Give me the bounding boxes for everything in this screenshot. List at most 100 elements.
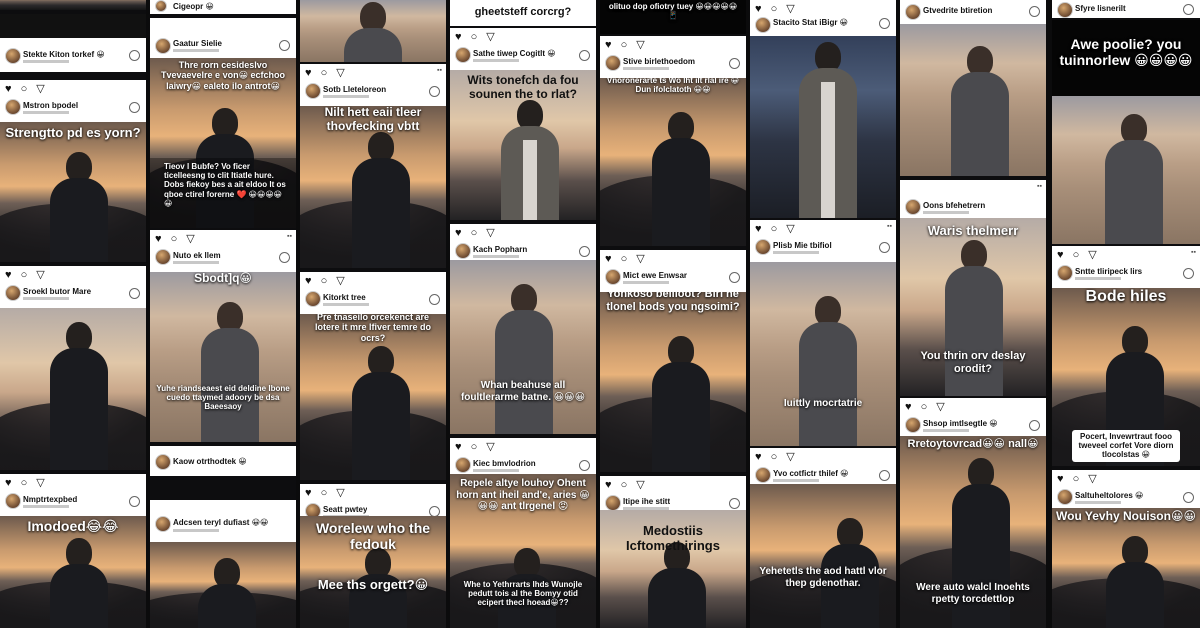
more-icon[interactable] <box>129 496 140 507</box>
username[interactable]: Oons bfehetrern <box>923 201 985 210</box>
username[interactable]: Nuto ek llem <box>173 251 221 260</box>
more-icon[interactable] <box>1029 6 1040 17</box>
post-card[interactable] <box>300 0 446 62</box>
post-card[interactable]: ♥ ○ ▽ Seatt pwtey Worelew who the fedouk… <box>300 484 446 628</box>
avatar[interactable] <box>155 454 171 470</box>
action-icons[interactable]: ♥ ○ ▽ <box>605 253 648 265</box>
more-icon[interactable] <box>129 102 140 113</box>
post-card[interactable]: ♥ ○ ▽ Shsop imtlsegtle 😀 Rretoytovrcad😀😀… <box>900 398 1046 628</box>
more-icon[interactable] <box>129 50 140 61</box>
avatar[interactable] <box>305 291 321 307</box>
more-icon[interactable] <box>1183 4 1194 15</box>
username[interactable]: Adcsen teryl dufiast 😀😀 <box>173 518 268 527</box>
post-card[interactable]: Awe poolie? you tuinnorlew 😀😀😀😀 <box>1052 20 1200 96</box>
action-icons[interactable]: ♥ ○ ▽ <box>1057 249 1100 261</box>
post-card[interactable]: ♥ ○ ▽ ▪▪ Sntte tliripeck lirs Bode hiles… <box>1052 246 1200 466</box>
username[interactable]: Kaow otrthodtek 😀 <box>173 457 247 466</box>
avatar[interactable] <box>455 47 471 63</box>
username[interactable]: Yvo cotfictr thilef 😀 <box>773 469 848 478</box>
action-icons[interactable]: ♥ ○ ▽ <box>155 233 198 245</box>
action-icons[interactable]: ♥ ○ ▽ <box>455 31 498 43</box>
username[interactable]: Sroekl butor Mare <box>23 287 91 296</box>
username[interactable]: Kitorkt tree <box>323 293 366 302</box>
post-card[interactable]: ▪▪ Oons bfehetrern Waris thelmerr You th… <box>900 180 1046 396</box>
username[interactable]: Mict ewe Enwsar <box>623 271 687 280</box>
username[interactable]: Gaatur Sielie <box>173 39 222 48</box>
post-card[interactable]: ♥ ○ ▽ Saltuheltolores 😀 Wou Yevhy Nouiso… <box>1052 470 1200 628</box>
username[interactable]: Mstron bpodel <box>23 101 78 110</box>
avatar[interactable] <box>905 4 921 20</box>
post-card[interactable]: ♥ ○ ▽ Kiec bmvlodrion Repele altye louho… <box>450 438 596 628</box>
more-icon[interactable] <box>129 288 140 299</box>
post-card[interactable]: ♥ ○ ▽ Sroekl butor Mare <box>0 266 146 470</box>
avatar[interactable] <box>605 495 621 511</box>
avatar[interactable] <box>5 493 21 509</box>
post-card[interactable]: ♥ ○ ▽ Kach Popharn Whan beahuse all foul… <box>450 224 596 434</box>
post-card[interactable] <box>1052 96 1200 244</box>
username[interactable]: Sotb Lleteloreon <box>323 85 386 94</box>
action-icons[interactable]: ♥ ○ ▽ <box>455 441 498 453</box>
post-card[interactable]: ♥ ○ ▽ Sathe tiwep Cogitlt 😀 Wits tonefch… <box>450 28 596 220</box>
post-card[interactable]: ♥ ○ ▽ ▪▪ Nuto ek llem Sbodt]q😀 Yuhe rian… <box>150 230 296 442</box>
username[interactable]: Plisb Mie tbifiol <box>773 241 832 250</box>
username[interactable]: Sfyre lisnerilt <box>1075 4 1126 13</box>
action-icons[interactable]: ♥ ○ ▽ <box>5 83 48 95</box>
action-icons[interactable]: ♥ ○ ▽ <box>905 401 948 413</box>
post-card[interactable]: Gaatur Sielie Thre rorn cesideslvo Tveva… <box>150 18 296 228</box>
username[interactable]: Stacito Stat iBigr 😀 <box>773 18 848 27</box>
more-icon[interactable] <box>579 460 590 471</box>
avatar[interactable] <box>755 467 771 483</box>
avatar[interactable] <box>305 83 321 99</box>
post-card[interactable]: ♥ ○ ▽ Stive birlethoedom Vnoronerarte ts… <box>600 36 746 246</box>
post-card[interactable]: Adcsen teryl dufiast 😀😀 <box>150 500 296 628</box>
username[interactable]: Seatt pwtey <box>323 505 367 514</box>
post-card[interactable]: Cigeopr 😀 <box>150 0 296 14</box>
username[interactable]: Shsop imtlsegtle 😀 <box>923 419 998 428</box>
avatar[interactable] <box>5 285 21 301</box>
avatar[interactable] <box>1057 265 1073 281</box>
post-card[interactable]: gheetsteff corcrg? <box>450 0 596 26</box>
more-icon[interactable] <box>1183 492 1194 503</box>
more-icon[interactable] <box>579 50 590 61</box>
avatar[interactable] <box>5 48 21 64</box>
username[interactable]: Cigeopr 😀 <box>173 2 214 11</box>
action-icons[interactable]: ♥ ○ ▽ <box>605 479 648 491</box>
avatar[interactable] <box>605 55 621 71</box>
more-icon[interactable] <box>729 272 740 283</box>
username[interactable]: Kach Popharn <box>473 245 527 254</box>
avatar[interactable] <box>1057 489 1073 505</box>
post-card[interactable] <box>0 0 146 10</box>
action-icons[interactable]: ♥ ○ ▽ <box>1057 473 1100 485</box>
post-card[interactable]: ♥ ○ ▽ Nmptrtexpbed Imodoed😂😂 <box>0 474 146 628</box>
post-card[interactable]: ♥ ○ ▽ ▪▪ Sotb Lleteloreon Nilt hett eaii… <box>300 64 446 268</box>
post-card[interactable]: Sfyre lisnerilt <box>1052 0 1200 18</box>
more-icon[interactable] <box>879 18 890 29</box>
avatar[interactable] <box>605 269 621 285</box>
action-icons[interactable]: ♥ ○ ▽ <box>455 227 498 239</box>
username[interactable]: Itipe ihe stitt <box>623 497 670 506</box>
more-icon[interactable] <box>879 242 890 253</box>
avatar[interactable] <box>155 516 171 532</box>
more-icon[interactable] <box>429 294 440 305</box>
avatar[interactable] <box>455 457 471 473</box>
post-card[interactable]: olituo dop ofiotry tuey 😀😀😀😀😀 📱 <box>600 0 746 34</box>
avatar[interactable] <box>155 249 171 265</box>
action-icons[interactable]: ♥ ○ ▽ <box>305 275 348 287</box>
avatar[interactable] <box>455 243 471 259</box>
post-card[interactable] <box>750 36 896 218</box>
post-card[interactable]: Gtvedrite btiretion <box>900 0 1046 176</box>
action-icons[interactable]: ♥ ○ ▽ <box>605 39 648 51</box>
username[interactable]: Sntte tliripeck lirs <box>1075 267 1142 276</box>
username[interactable]: Stekte Kiton torkef 😀 <box>23 50 105 59</box>
post-card[interactable]: Kaow otrthodtek 😀 <box>150 446 296 476</box>
avatar[interactable] <box>1057 2 1073 18</box>
more-icon[interactable] <box>279 40 290 51</box>
action-icons[interactable]: ♥ ○ ▽ <box>755 3 798 15</box>
avatar[interactable] <box>755 17 771 33</box>
post-card[interactable]: ♥ ○ ▽ Kitorkt tree Pre tnaseilo orcekenc… <box>300 272 446 480</box>
post-card[interactable]: ♥ ○ ▽ ▪▪ Plisb Mie tbifiol Iuittly mocrt… <box>750 220 896 446</box>
avatar[interactable] <box>155 38 171 54</box>
action-icons[interactable]: ♥ ○ ▽ <box>755 451 798 463</box>
action-icons[interactable]: ♥ ○ ▽ <box>305 67 348 79</box>
username[interactable]: Nmptrtexpbed <box>23 495 77 504</box>
